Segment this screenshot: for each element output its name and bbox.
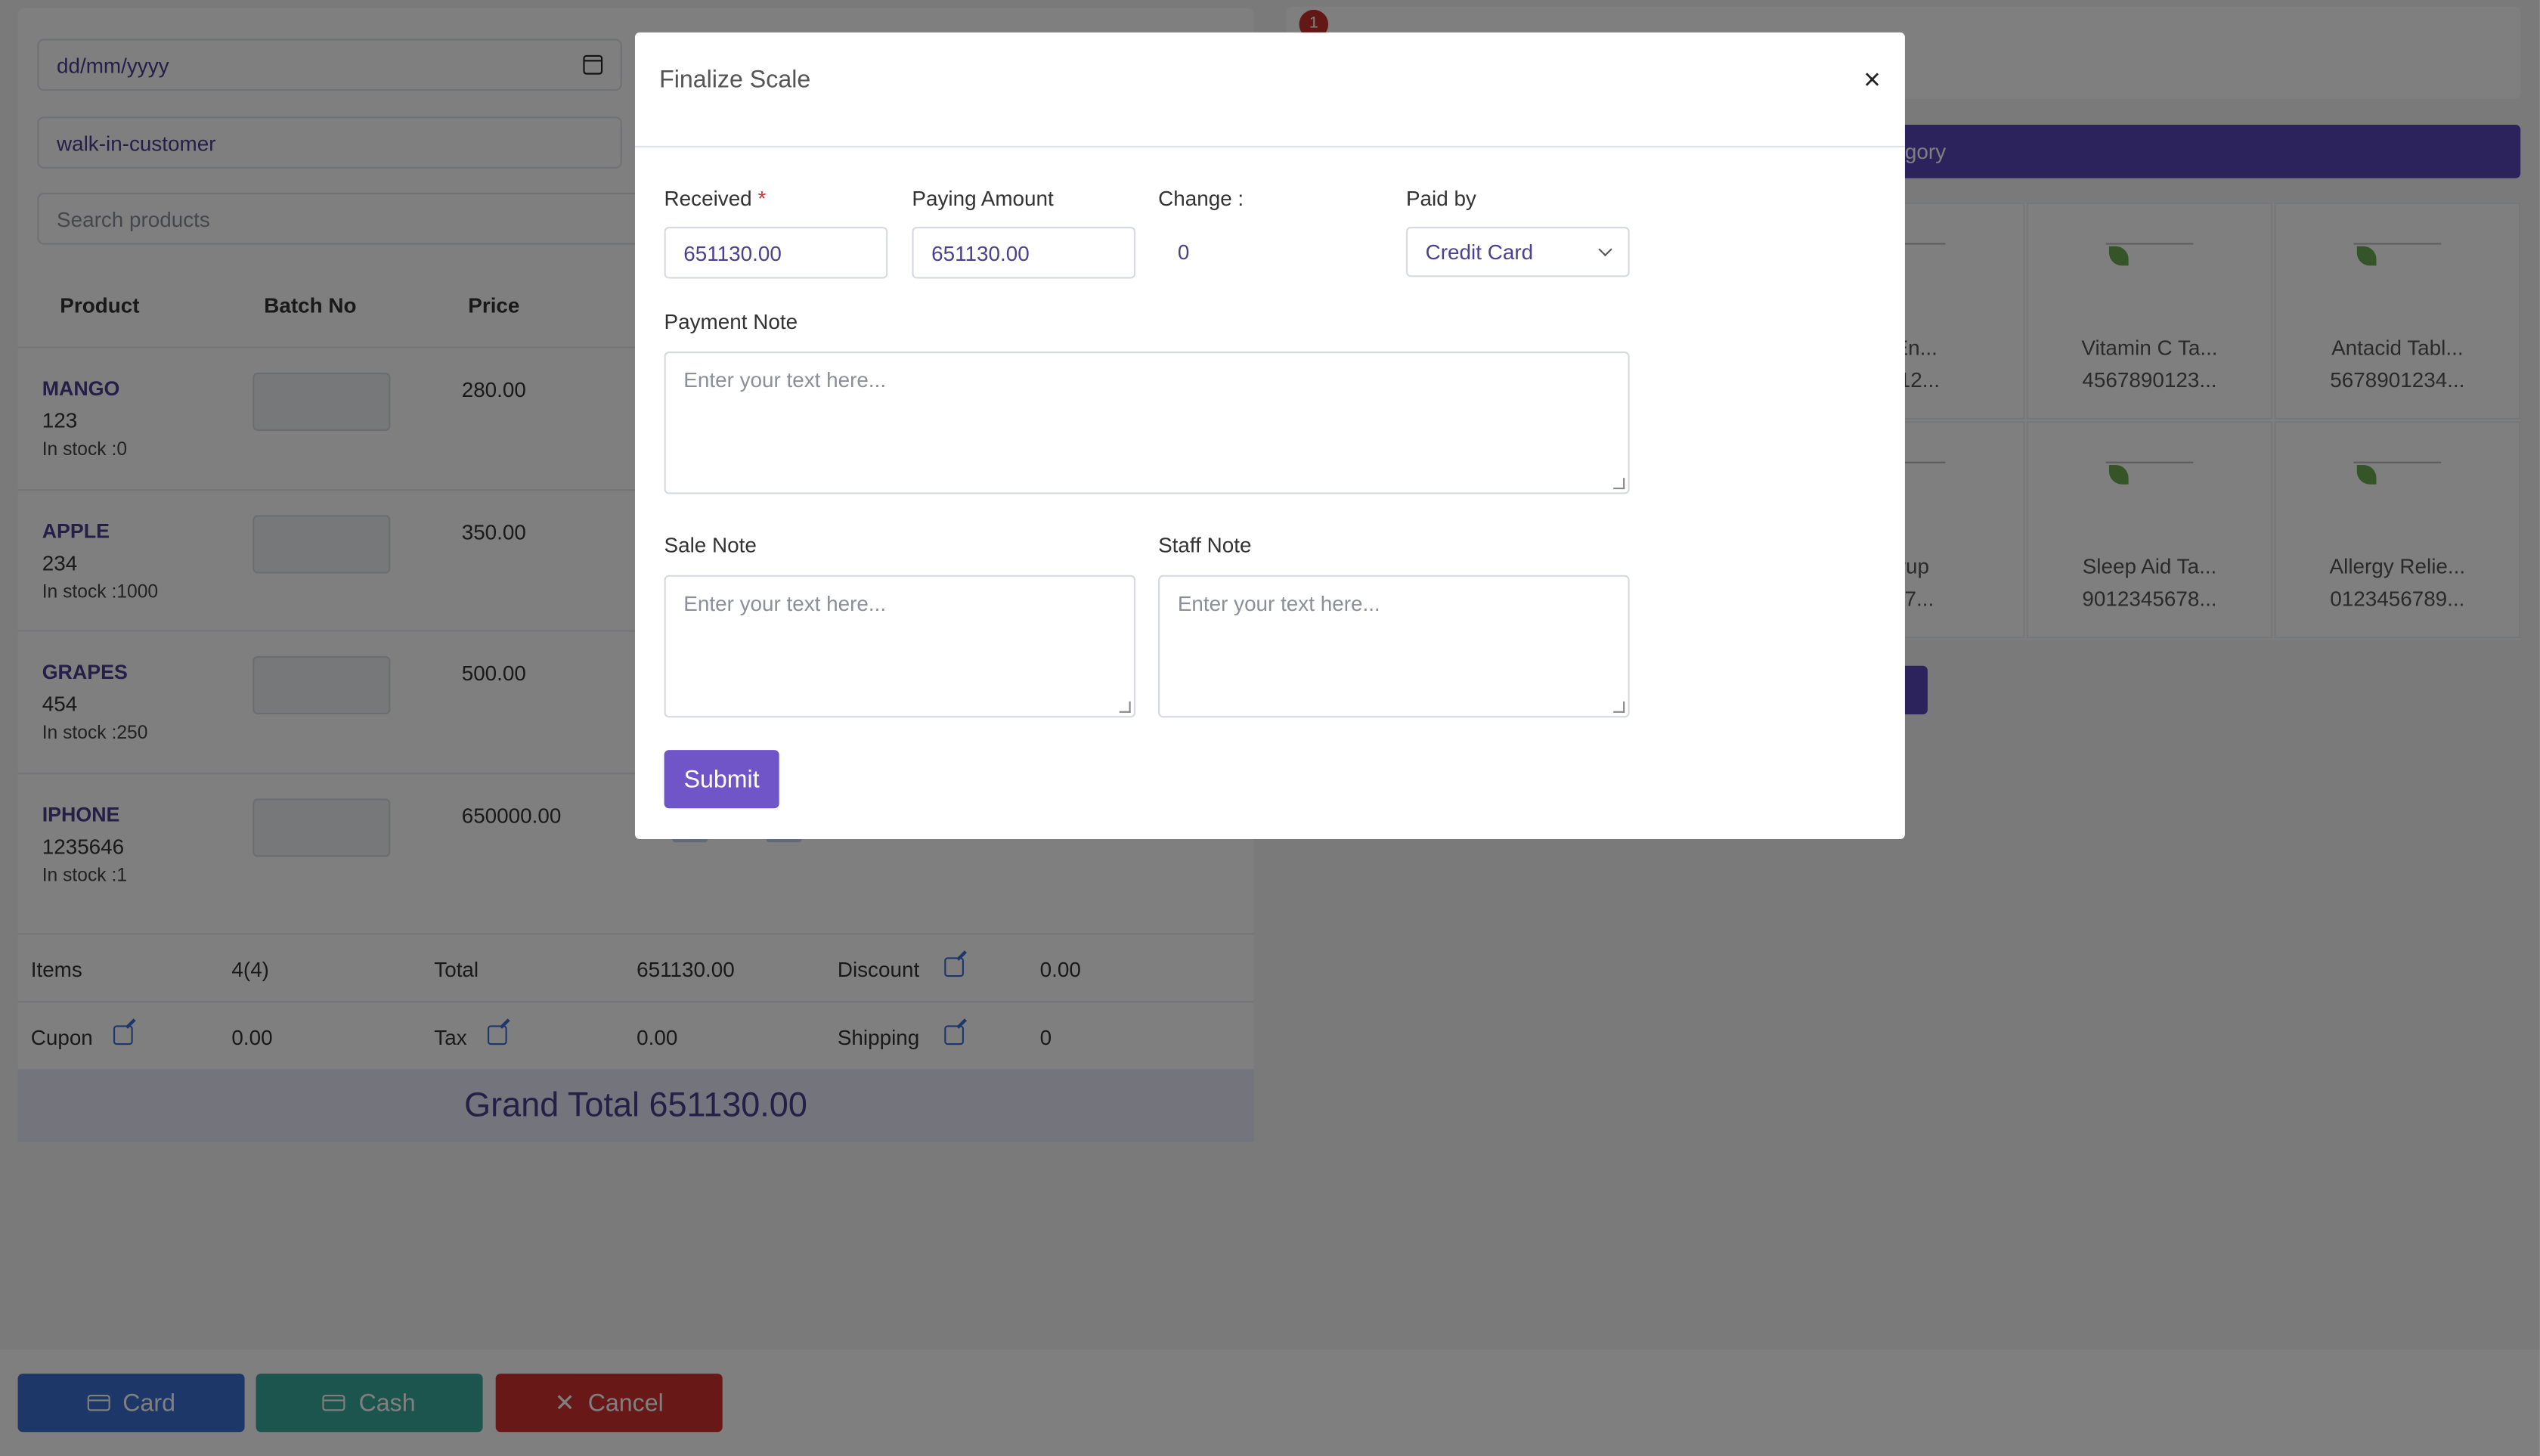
- received-label: Received *: [664, 186, 767, 210]
- required-mark: *: [757, 186, 767, 211]
- staff-note-label: Staff Note: [1158, 532, 1252, 558]
- resize-handle[interactable]: [1613, 478, 1625, 490]
- resize-handle[interactable]: [1119, 701, 1131, 713]
- staff-note-input[interactable]: Enter your text here...: [1158, 575, 1630, 718]
- change-value: 0: [1177, 240, 1190, 265]
- paying-amount-value: 651130.00: [931, 240, 1030, 265]
- received-value: 651130.00: [683, 240, 782, 265]
- resize-handle[interactable]: [1613, 701, 1625, 713]
- modal-title: Finalize Scale: [659, 66, 811, 94]
- submit-button[interactable]: Submit: [664, 750, 779, 809]
- payment-note-placeholder: Enter your text here...: [683, 367, 887, 392]
- payment-note-input[interactable]: Enter your text here...: [664, 351, 1630, 494]
- sale-note-input[interactable]: Enter your text here...: [664, 575, 1136, 718]
- paying-amount-input[interactable]: 651130.00: [912, 226, 1136, 279]
- close-icon[interactable]: ×: [1863, 65, 1881, 94]
- sale-note-placeholder: Enter your text here...: [683, 591, 887, 616]
- chevron-down-icon: [1598, 242, 1612, 257]
- finalize-modal: Finalize Scale × Received * 651130.00 Pa…: [634, 32, 1905, 839]
- sale-note-label: Sale Note: [664, 532, 757, 558]
- paid-by-label: Paid by: [1405, 186, 1476, 211]
- received-label-text: Received: [664, 186, 752, 211]
- modal-header: Finalize Scale ×: [634, 33, 1905, 147]
- received-input[interactable]: 651130.00: [664, 226, 888, 279]
- paid-by-value: Credit Card: [1425, 240, 1534, 265]
- paying-amount-label: Paying Amount: [912, 186, 1054, 211]
- payment-note-label: Payment Note: [664, 309, 798, 334]
- change-label: Change :: [1158, 186, 1244, 211]
- paid-by-select[interactable]: Credit Card: [1405, 226, 1630, 277]
- staff-note-placeholder: Enter your text here...: [1177, 591, 1380, 616]
